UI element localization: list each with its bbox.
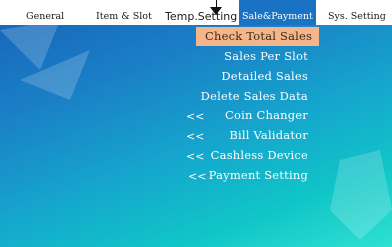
submenu-arrow-icon: <<	[188, 170, 207, 183]
tab-temp-setting[interactable]: Temp.Setting	[165, 0, 237, 25]
submenu-arrow-icon: <<	[186, 110, 205, 123]
decorative-shard-icon	[0, 20, 90, 100]
menu-sales-per-slot[interactable]: Sales Per Slot	[224, 47, 308, 66]
menu-detailed-sales[interactable]: Detailed Sales	[221, 67, 308, 86]
menu-coin-changer[interactable]: Coin Changer	[225, 106, 308, 125]
tab-sys-setting[interactable]: Sys. Setting	[328, 0, 386, 25]
menu-payment-setting[interactable]: Payment Setting	[209, 166, 308, 185]
menu-delete-sales-data[interactable]: Delete Sales Data	[201, 87, 308, 106]
menu-bill-validator[interactable]: Bill Validator	[229, 126, 308, 145]
vending-settings-screen: { "tabs": [ {"label": "General"}, {"labe…	[0, 0, 392, 247]
pointer-arrow-icon	[210, 7, 222, 15]
submenu-arrow-icon: <<	[186, 130, 205, 143]
menu-check-total-sales[interactable]: Check Total Sales	[196, 27, 319, 46]
menu-cashless-device[interactable]: Cashless Device	[211, 146, 308, 165]
tab-sale-payment[interactable]: Sale&Payment	[239, 0, 316, 25]
submenu-arrow-icon: <<	[186, 150, 205, 163]
decorative-crystal-icon	[330, 150, 392, 240]
